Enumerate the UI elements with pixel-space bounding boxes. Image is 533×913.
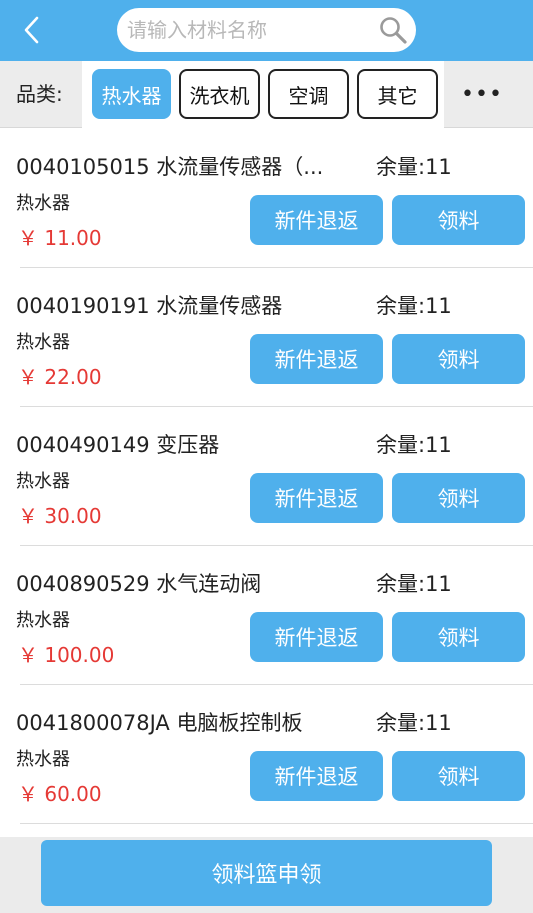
category-chip-washing-machine[interactable]: 洗衣机 [179, 69, 260, 119]
item-category: 热水器 [16, 471, 70, 492]
category-chip-water-heater[interactable]: 热水器 [92, 69, 171, 119]
list-item: 0041800078JA 电脑板控制板 余量:11 热水器 ￥ 60.00 新件… [0, 685, 533, 824]
return-new-part-button[interactable]: 新件退返 [250, 751, 383, 801]
take-material-button[interactable]: 领料 [392, 612, 525, 662]
item-price: ￥ 60.00 [18, 782, 102, 806]
category-filter-bar: 品类: 热水器 洗衣机 空调 其它 ••• [0, 61, 533, 128]
item-stock: 余量:11 [376, 433, 452, 457]
item-stock: 余量:11 [376, 572, 452, 596]
item-stock: 余量:11 [376, 155, 452, 179]
item-category: 热水器 [16, 193, 70, 214]
list-item: 0040190191 水流量传感器 余量:11 热水器 ￥ 22.00 新件退返… [0, 268, 533, 407]
item-price: ￥ 30.00 [18, 504, 102, 528]
item-stock: 余量:11 [376, 711, 452, 735]
category-chips: 热水器 洗衣机 空调 其它 [82, 61, 444, 128]
more-button[interactable]: ••• [460, 79, 504, 109]
search-input[interactable] [127, 8, 367, 52]
return-new-part-button[interactable]: 新件退返 [250, 473, 383, 523]
item-name: 0040890529 水气连动阀 [16, 572, 262, 596]
top-nav-bar [0, 0, 533, 61]
category-chip-other[interactable]: 其它 [357, 69, 438, 119]
item-category: 热水器 [16, 332, 70, 353]
search-box [117, 8, 416, 52]
take-material-button[interactable]: 领料 [392, 473, 525, 523]
footer-bar: 领料篮申领 [0, 837, 533, 913]
category-chip-air-conditioner[interactable]: 空调 [268, 69, 349, 119]
divider [20, 823, 533, 824]
take-material-button[interactable]: 领料 [392, 334, 525, 384]
return-new-part-button[interactable]: 新件退返 [250, 612, 383, 662]
item-name: 0040190191 水流量传感器 [16, 294, 283, 318]
item-name: 0040490149 变压器 [16, 433, 220, 457]
basket-apply-button[interactable]: 领料篮申领 [41, 840, 492, 906]
category-label: 品类: [16, 82, 63, 106]
chevron-left-icon [24, 16, 39, 44]
return-new-part-button[interactable]: 新件退返 [250, 195, 383, 245]
item-category: 热水器 [16, 749, 70, 770]
item-price: ￥ 11.00 [18, 226, 102, 250]
take-material-button[interactable]: 领料 [392, 195, 525, 245]
list-item: 0040490149 变压器 余量:11 热水器 ￥ 30.00 新件退返 领料 [0, 407, 533, 546]
list-item: 0040105015 水流量传感器（... 余量:11 热水器 ￥ 11.00 … [0, 129, 533, 268]
item-price: ￥ 100.00 [18, 643, 115, 667]
return-new-part-button[interactable]: 新件退返 [250, 334, 383, 384]
take-material-button[interactable]: 领料 [392, 751, 525, 801]
material-list: 0040105015 水流量传感器（... 余量:11 热水器 ￥ 11.00 … [0, 129, 533, 824]
item-stock: 余量:11 [376, 294, 452, 318]
item-name: 0040105015 水流量传感器（... [16, 155, 324, 179]
item-price: ￥ 22.00 [18, 365, 102, 389]
search-icon[interactable] [378, 15, 408, 45]
item-category: 热水器 [16, 610, 70, 631]
item-name: 0041800078JA 电脑板控制板 [16, 711, 303, 735]
list-item: 0040890529 水气连动阀 余量:11 热水器 ￥ 100.00 新件退返… [0, 546, 533, 685]
back-button[interactable] [10, 8, 54, 52]
